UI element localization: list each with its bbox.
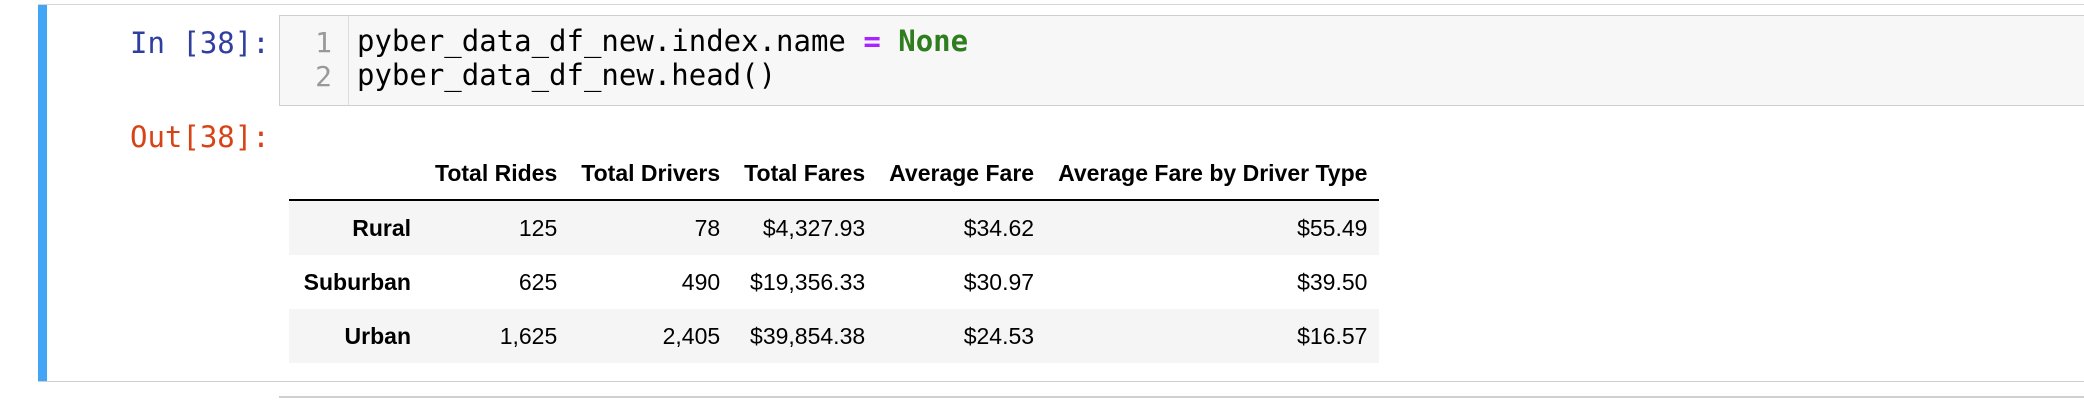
table-cell: $39.50 bbox=[1297, 268, 1368, 295]
none-keyword: None bbox=[880, 24, 969, 58]
table-header-row: Total Rides Total Drivers Total Fares Av… bbox=[289, 147, 1380, 201]
table-cell: $55.49 bbox=[1297, 214, 1368, 241]
cell-selected-indicator bbox=[38, 5, 47, 381]
input-prompt: In [38]: bbox=[130, 26, 270, 60]
row-index: Rural bbox=[352, 214, 411, 241]
table-cell: $39,854.38 bbox=[750, 322, 866, 349]
table-cell: $19,356.33 bbox=[750, 268, 866, 295]
next-cell-border bbox=[279, 396, 2084, 398]
line-number: 1 bbox=[315, 26, 332, 59]
column-header: Average Fare bbox=[877, 147, 1047, 201]
column-header: Total Fares bbox=[732, 147, 878, 201]
column-header: Average Fare by Driver Type bbox=[1046, 147, 1380, 201]
table-cell: $16.57 bbox=[1297, 322, 1368, 349]
column-header: Total Rides bbox=[423, 147, 570, 201]
table-row: Rural 125 78 $4,327.93 $34.62 $55.49 bbox=[289, 200, 1380, 255]
row-index: Suburban bbox=[303, 268, 411, 295]
table-cell: 78 bbox=[694, 214, 721, 241]
code-text: pyber_data_df_new.index.name bbox=[357, 24, 864, 58]
table-cell: $4,327.93 bbox=[762, 214, 866, 241]
table-cell: 125 bbox=[518, 214, 558, 241]
line-number-gutter: 1 2 bbox=[280, 16, 349, 105]
index-header bbox=[289, 147, 423, 201]
table-row: Urban 1,625 2,405 $39,854.38 $24.53 $16.… bbox=[289, 309, 1380, 363]
code-line-1[interactable]: pyber_data_df_new.index.name = None bbox=[357, 24, 968, 58]
table-cell: $24.53 bbox=[963, 322, 1035, 349]
row-index: Urban bbox=[344, 322, 411, 349]
code-line-2[interactable]: pyber_data_df_new.head() bbox=[357, 58, 776, 92]
code-text: pyber_data_df_new.head() bbox=[357, 58, 777, 92]
table-cell: 625 bbox=[518, 268, 558, 295]
output-prompt: Out[38]: bbox=[130, 120, 270, 154]
code-editor[interactable]: 1 2 pyber_data_df_new.index.name = None … bbox=[279, 15, 2084, 106]
column-header: Total Drivers bbox=[569, 147, 733, 201]
assignment-operator: = bbox=[863, 24, 881, 58]
table-row: Suburban 625 490 $19,356.33 $30.97 $39.5… bbox=[289, 255, 1380, 309]
table-cell: 2,405 bbox=[662, 322, 721, 349]
table-cell: $30.97 bbox=[963, 268, 1035, 295]
table-cell: $34.62 bbox=[963, 214, 1035, 241]
dataframe-table: Total Rides Total Drivers Total Fares Av… bbox=[289, 147, 1380, 363]
table-cell: 1,625 bbox=[499, 322, 558, 349]
line-number: 2 bbox=[315, 60, 332, 93]
table-cell: 490 bbox=[681, 268, 721, 295]
